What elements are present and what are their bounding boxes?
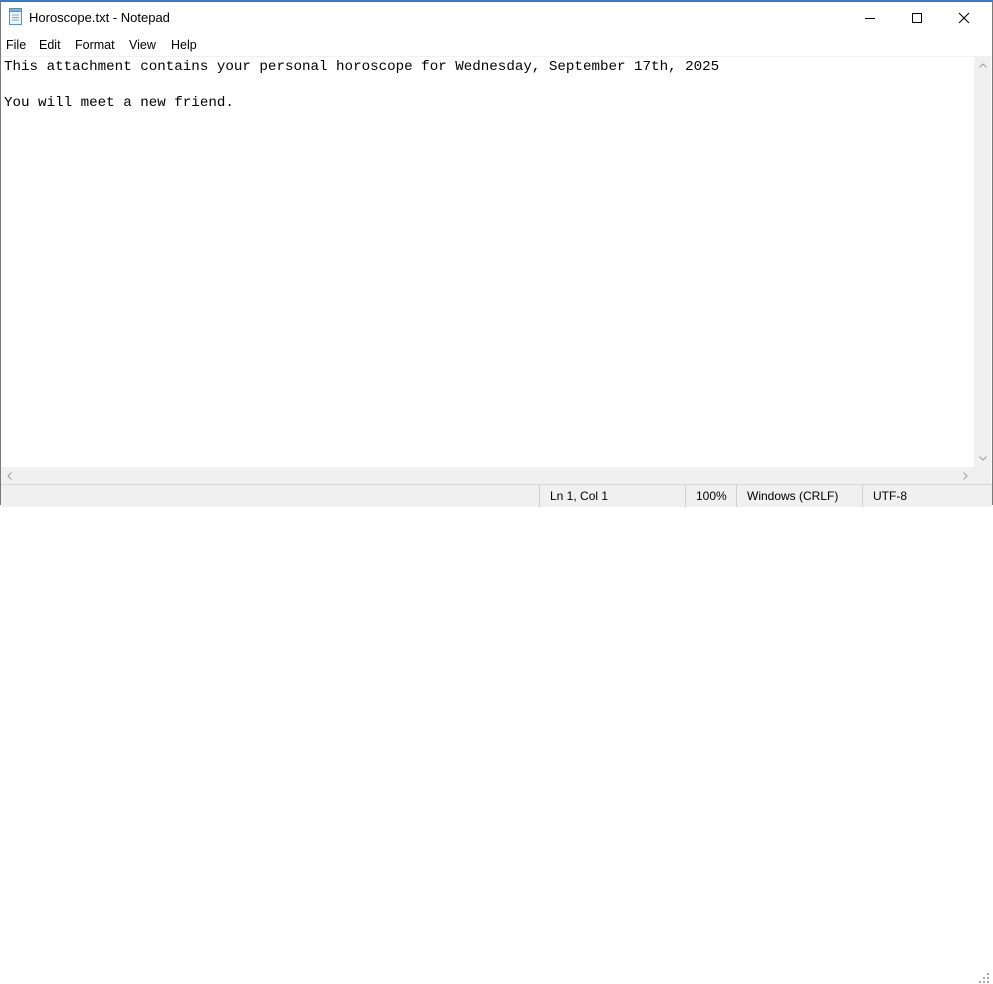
minimize-icon — [865, 18, 875, 19]
resize-grip-icon[interactable] — [976, 970, 990, 984]
cursor-position: Ln 1, Col 1 — [539, 485, 685, 507]
menu-format[interactable]: Format — [75, 38, 115, 52]
scrollbar-corner — [974, 467, 991, 484]
scroll-up-button[interactable] — [974, 57, 991, 74]
maximize-icon — [912, 13, 922, 23]
text-editor[interactable]: This attachment contains your personal h… — [1, 57, 974, 467]
chevron-right-icon — [963, 471, 968, 480]
window-title: Horoscope.txt - Notepad — [29, 10, 170, 25]
vertical-scrollbar[interactable] — [974, 57, 991, 467]
minimize-button[interactable] — [847, 2, 893, 34]
chevron-down-icon — [978, 456, 987, 461]
menu-help[interactable]: Help — [171, 38, 197, 52]
encoding: UTF-8 — [862, 485, 974, 507]
title-bar[interactable]: Horoscope.txt - Notepad — [1, 2, 992, 34]
text-line: This attachment contains your personal h… — [4, 59, 720, 75]
scroll-down-button[interactable] — [974, 450, 991, 467]
scroll-right-button[interactable] — [957, 467, 974, 484]
status-bar: Ln 1, Col 1 100% Windows (CRLF) UTF-8 — [1, 484, 992, 983]
menu-file[interactable]: File — [6, 38, 26, 52]
scroll-left-button[interactable] — [1, 467, 18, 484]
menu-edit[interactable]: Edit — [39, 38, 61, 52]
text-line: You will meet a new friend. — [4, 95, 234, 111]
chevron-up-icon — [978, 63, 987, 68]
maximize-button[interactable] — [894, 2, 940, 34]
chevron-left-icon — [7, 471, 12, 480]
line-endings: Windows (CRLF) — [736, 485, 862, 507]
zoom-level: 100% — [685, 485, 736, 507]
horizontal-scrollbar[interactable] — [1, 467, 974, 484]
close-icon — [958, 12, 970, 24]
menu-view[interactable]: View — [129, 38, 156, 52]
close-button[interactable] — [941, 2, 987, 34]
menu-bar: File Edit Format View Help — [1, 34, 992, 57]
notepad-window: Horoscope.txt - Notepad File Edit Format… — [0, 0, 993, 983]
notepad-icon — [9, 8, 22, 25]
